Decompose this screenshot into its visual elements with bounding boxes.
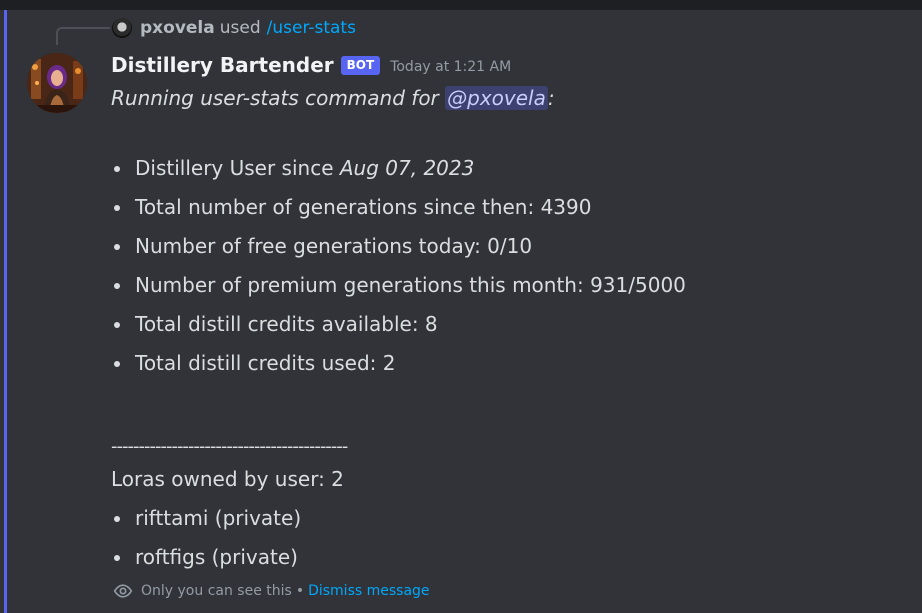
lora-name: roftfigs (private) <box>135 545 298 569</box>
message-content: Running user-stats command for @pxovela:… <box>111 86 901 569</box>
list-item: Total distill credits available: 8 <box>111 312 686 351</box>
bot-avatar[interactable] <box>27 53 87 113</box>
list-item: Total number of generations since then: … <box>111 195 686 234</box>
bot-message: pxovela used /user-stats Distillery Bart… <box>0 10 922 613</box>
top-strip <box>0 0 922 10</box>
bartender-avatar-image <box>27 53 87 113</box>
stat-label: Total distill credits used: 2 <box>135 351 396 375</box>
user-mention[interactable]: @pxovela <box>445 86 548 110</box>
timestamp[interactable]: Today at 1:21 AM <box>390 55 511 75</box>
divider-line: ----------------------------------------… <box>111 436 348 457</box>
eye-icon <box>113 584 133 598</box>
user-avatar-icon[interactable] <box>112 18 132 38</box>
ephemeral-notice: Only you can see this • Dismiss message <box>113 581 430 601</box>
list-item: Number of free generations today: 0/10 <box>111 234 686 273</box>
stat-label: Number of premium generations this month… <box>135 273 686 297</box>
reply-command[interactable]: /user-stats <box>267 17 356 39</box>
stat-label: Total number of generations since then: … <box>135 195 592 219</box>
reply-spine <box>56 27 110 45</box>
ephemeral-text: Only you can see this <box>141 583 292 599</box>
lora-name: rifttami (private) <box>135 506 302 530</box>
list-item: Distillery User since Aug 07, 2023 <box>111 156 686 195</box>
intro-line: Running user-stats command for @pxovela: <box>111 86 901 110</box>
ephemeral-accent-bar <box>4 10 7 613</box>
stat-label: Total distill credits available: 8 <box>135 312 438 336</box>
reply-username[interactable]: pxovela <box>140 17 215 39</box>
stat-label: Distillery User since <box>135 156 340 180</box>
loras-list: rifttami (private) roftfigs (private) <box>111 506 301 584</box>
reply-used-text: used <box>219 18 261 38</box>
loras-label: Loras owned by user: 2 <box>111 467 344 491</box>
list-item: roftfigs (private) <box>111 545 301 584</box>
separator-dot: • <box>295 583 305 599</box>
list-item: rifttami (private) <box>111 506 301 545</box>
reply-context[interactable]: pxovela used /user-stats <box>112 17 356 39</box>
intro-suffix: : <box>547 86 555 110</box>
author-name[interactable]: Distillery Bartender <box>111 53 334 77</box>
message-header: Distillery Bartender BOT Today at 1:21 A… <box>111 50 511 80</box>
bot-tag: BOT <box>340 55 381 75</box>
stat-label: Number of free generations today: 0/10 <box>135 234 533 258</box>
intro-prefix: Running user-stats command for <box>111 86 439 110</box>
stat-value: Aug 07, 2023 <box>339 156 475 180</box>
dismiss-message-link[interactable]: Dismiss message <box>308 583 429 599</box>
list-item: Total distill credits used: 2 <box>111 351 686 390</box>
stats-list: Distillery User since Aug 07, 2023 Total… <box>111 156 686 390</box>
list-item: Number of premium generations this month… <box>111 273 686 312</box>
